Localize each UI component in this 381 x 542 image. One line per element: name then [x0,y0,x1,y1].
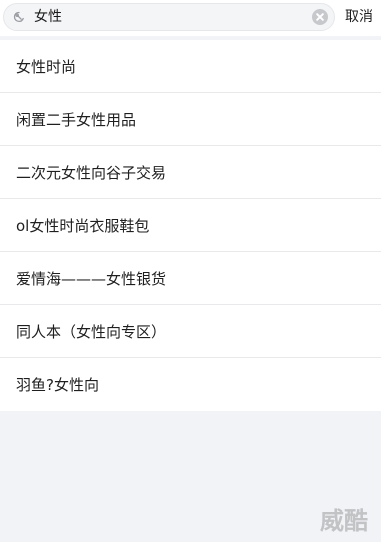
search-bar: 取消 [0,0,381,36]
suggestion-item[interactable]: 羽鱼?女性向 [0,358,381,411]
cancel-button[interactable]: 取消 [345,8,373,26]
search-icon [13,11,24,23]
suggestion-item[interactable]: 同人本（女性向专区） [0,305,381,358]
search-input[interactable] [34,4,304,30]
suggestion-item[interactable]: 闲置二手女性用品 [0,93,381,146]
watermark-logo: 威酷 [320,507,368,535]
suggestion-item[interactable]: ol女性时尚衣服鞋包 [0,199,381,252]
search-box[interactable] [3,3,335,31]
suggestion-item[interactable]: 二次元女性向谷子交易 [0,146,381,199]
suggestion-item[interactable]: 女性时尚 [0,40,381,93]
clear-icon[interactable] [312,9,328,25]
suggestion-list: 女性时尚 闲置二手女性用品 二次元女性向谷子交易 ol女性时尚衣服鞋包 爱情海—… [0,40,381,411]
watermark-text: 威酷 [320,507,368,535]
suggestion-item[interactable]: 爱情海———女性银货 [0,252,381,305]
